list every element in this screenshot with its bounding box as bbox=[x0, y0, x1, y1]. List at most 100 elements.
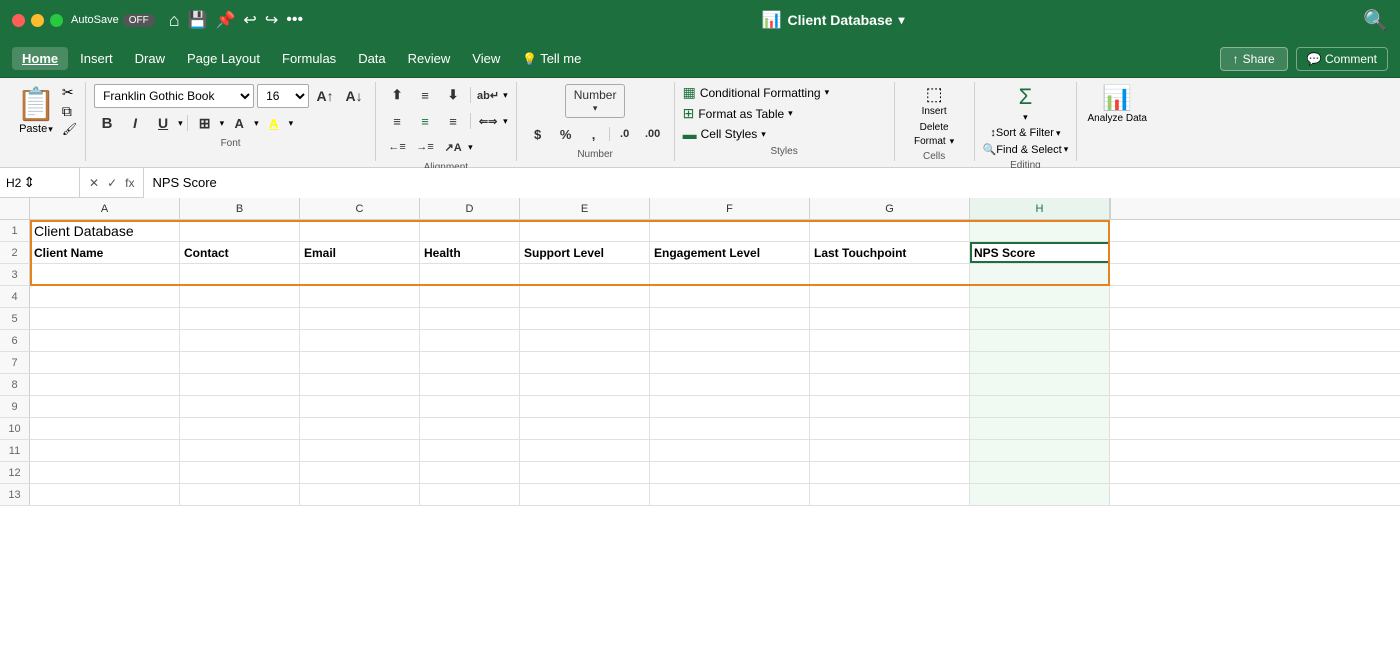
percent-button[interactable]: % bbox=[553, 123, 579, 145]
underline-dropdown[interactable]: ▾ bbox=[178, 118, 183, 129]
cell-a4[interactable] bbox=[30, 286, 180, 307]
cell-b7[interactable] bbox=[180, 352, 300, 373]
merge-center-button[interactable]: ⇐⇒ bbox=[475, 110, 501, 132]
cell-f7[interactable] bbox=[650, 352, 810, 373]
font-decrease-button[interactable]: A↓ bbox=[341, 85, 367, 107]
home-icon[interactable]: ⌂ bbox=[169, 10, 180, 31]
decrease-decimal-button[interactable]: .0 bbox=[612, 123, 638, 145]
cell-styles-dropdown[interactable]: ▾ bbox=[761, 129, 766, 140]
cell-c5[interactable] bbox=[300, 308, 420, 329]
sort-filter-label[interactable]: ↕Sort & Filter bbox=[990, 127, 1054, 139]
cell-d1[interactable] bbox=[420, 220, 520, 241]
menu-formulas[interactable]: Formulas bbox=[272, 47, 346, 70]
cell-a11[interactable] bbox=[30, 440, 180, 461]
cell-f9[interactable] bbox=[650, 396, 810, 417]
align-top-button[interactable]: ⬆ bbox=[384, 84, 410, 106]
cell-b8[interactable] bbox=[180, 374, 300, 395]
cell-c1[interactable] bbox=[300, 220, 420, 241]
cell-a5[interactable] bbox=[30, 308, 180, 329]
cell-c9[interactable] bbox=[300, 396, 420, 417]
wrap-dropdown[interactable]: ▾ bbox=[503, 90, 508, 101]
cell-a3[interactable] bbox=[30, 264, 180, 285]
cell-c12[interactable] bbox=[300, 462, 420, 483]
cell-c2[interactable]: Email bbox=[300, 242, 420, 263]
cell-c7[interactable] bbox=[300, 352, 420, 373]
cell-c6[interactable] bbox=[300, 330, 420, 351]
format-as-table-label[interactable]: Format as Table bbox=[698, 107, 784, 121]
format-cells-dropdown[interactable]: ▾ bbox=[950, 136, 955, 147]
cell-a2[interactable]: Client Name bbox=[30, 242, 180, 263]
cut-icon[interactable]: ✂ bbox=[62, 84, 77, 101]
col-header-d[interactable]: D bbox=[420, 198, 520, 219]
cell-b4[interactable] bbox=[180, 286, 300, 307]
cell-c13[interactable] bbox=[300, 484, 420, 505]
cell-e6[interactable] bbox=[520, 330, 650, 351]
cell-d6[interactable] bbox=[420, 330, 520, 351]
paste-label[interactable]: Paste bbox=[19, 123, 47, 135]
sigma-dropdown[interactable]: ▾ bbox=[1023, 112, 1028, 123]
merge-dropdown[interactable]: ▾ bbox=[503, 116, 508, 127]
cell-d9[interactable] bbox=[420, 396, 520, 417]
cell-a12[interactable] bbox=[30, 462, 180, 483]
cell-c10[interactable] bbox=[300, 418, 420, 439]
cell-h7[interactable] bbox=[970, 352, 1110, 373]
cell-c11[interactable] bbox=[300, 440, 420, 461]
cell-f12[interactable] bbox=[650, 462, 810, 483]
font-color-button[interactable]: A bbox=[261, 112, 287, 134]
cell-a1[interactable]: Client Database bbox=[30, 220, 180, 241]
cell-reference-box[interactable]: H2 ⇕ bbox=[0, 168, 80, 198]
col-header-e[interactable]: E bbox=[520, 198, 650, 219]
align-left-button[interactable]: ≡ bbox=[384, 110, 410, 132]
cell-b6[interactable] bbox=[180, 330, 300, 351]
font-color-dropdown[interactable]: ▾ bbox=[289, 118, 294, 129]
cell-d5[interactable] bbox=[420, 308, 520, 329]
delete-cells-label[interactable]: Delete bbox=[920, 122, 949, 133]
menu-tell-me[interactable]: 💡 Tell me bbox=[512, 47, 591, 70]
cell-d4[interactable] bbox=[420, 286, 520, 307]
find-select-label[interactable]: 🔍Find & Select bbox=[983, 143, 1062, 156]
cell-g3[interactable] bbox=[810, 264, 970, 285]
cell-b2[interactable]: Contact bbox=[180, 242, 300, 263]
conditional-formatting-label[interactable]: Conditional Formatting bbox=[700, 86, 821, 100]
cell-b1[interactable] bbox=[180, 220, 300, 241]
comma-button[interactable]: , bbox=[581, 123, 607, 145]
increase-decimal-button[interactable]: .00 bbox=[640, 123, 666, 145]
bold-button[interactable]: B bbox=[94, 112, 120, 134]
cell-h1[interactable] bbox=[970, 220, 1110, 241]
cancel-formula-button[interactable]: ✕ bbox=[86, 176, 102, 190]
menu-draw[interactable]: Draw bbox=[125, 47, 175, 70]
minimize-button[interactable] bbox=[31, 14, 44, 27]
cell-f8[interactable] bbox=[650, 374, 810, 395]
cond-format-dropdown[interactable]: ▾ bbox=[825, 87, 830, 98]
align-middle-button[interactable]: ≡ bbox=[412, 84, 438, 106]
cell-f6[interactable] bbox=[650, 330, 810, 351]
align-bottom-button[interactable]: ⬇ bbox=[440, 84, 466, 106]
cell-h13[interactable] bbox=[970, 484, 1110, 505]
col-header-a[interactable]: A bbox=[30, 198, 180, 219]
cell-e5[interactable] bbox=[520, 308, 650, 329]
cell-e12[interactable] bbox=[520, 462, 650, 483]
borders-dropdown[interactable]: ▾ bbox=[220, 118, 225, 129]
format-cells-label[interactable]: Format bbox=[914, 136, 946, 147]
cell-h12[interactable] bbox=[970, 462, 1110, 483]
undo-icon[interactable]: ↩ bbox=[243, 10, 256, 30]
cell-f4[interactable] bbox=[650, 286, 810, 307]
cell-c8[interactable] bbox=[300, 374, 420, 395]
font-increase-button[interactable]: A↑ bbox=[312, 85, 338, 107]
font-family-select[interactable]: Franklin Gothic Book bbox=[94, 84, 254, 108]
cell-h2[interactable]: NPS Score bbox=[970, 242, 1110, 263]
cell-g1[interactable] bbox=[810, 220, 970, 241]
cell-d13[interactable] bbox=[420, 484, 520, 505]
menu-review[interactable]: Review bbox=[398, 47, 461, 70]
cell-d12[interactable] bbox=[420, 462, 520, 483]
cell-g12[interactable] bbox=[810, 462, 970, 483]
fill-dropdown[interactable]: ▾ bbox=[254, 118, 259, 129]
fullscreen-button[interactable] bbox=[50, 14, 63, 27]
confirm-formula-button[interactable]: ✓ bbox=[104, 176, 120, 190]
cell-b5[interactable] bbox=[180, 308, 300, 329]
cell-h11[interactable] bbox=[970, 440, 1110, 461]
menu-insert[interactable]: Insert bbox=[70, 47, 123, 70]
cell-g10[interactable] bbox=[810, 418, 970, 439]
align-right-button[interactable]: ≡ bbox=[440, 110, 466, 132]
fx-button[interactable]: fx bbox=[122, 176, 137, 190]
